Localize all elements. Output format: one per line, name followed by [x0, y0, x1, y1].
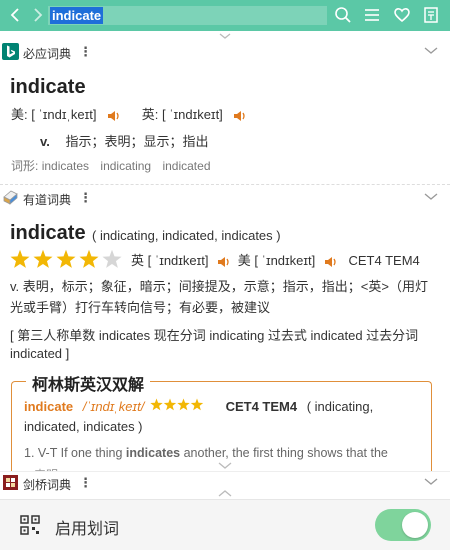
star-icon	[150, 398, 163, 411]
bing-definition: 指示；表明；显示；指出	[65, 134, 209, 149]
star-rating-icons	[10, 249, 122, 268]
favorite-button[interactable]	[392, 5, 412, 25]
expand-icon[interactable]	[217, 462, 233, 470]
bing-form-link[interactable]: indicates	[42, 159, 89, 173]
star-icon	[163, 398, 177, 411]
youdao-definition-line: 光或手臂）打行车转向信号；有必要，被建议	[10, 300, 271, 315]
star-icon	[177, 398, 190, 411]
youdao-header: 有道词典 ⋮	[0, 187, 450, 209]
youdao-collapse-icon[interactable]	[424, 193, 438, 201]
cambridge-more-button[interactable]: ⋮	[79, 475, 92, 491]
youdao-us-label: 美	[237, 253, 251, 268]
youdao-forms-line: indicated ]	[10, 346, 70, 361]
youdao-tags: CET4 TEM4	[348, 253, 420, 268]
bing-forms-row: 词形: indicates indicating indicated	[11, 157, 211, 174]
search-input[interactable]: indicate	[48, 6, 327, 25]
search-icon	[335, 7, 351, 23]
bing-title: 必应词典	[23, 47, 72, 61]
youdao-word: indicate	[10, 222, 86, 244]
bing-form-link[interactable]: indicating	[100, 159, 151, 173]
section-divider	[0, 184, 450, 185]
star-rating-icons	[150, 398, 204, 411]
youdao-definition-line: v. 表明，标示；象征，暗示；间接提及，示意；指示，指出；<英>（用灯	[10, 279, 428, 294]
enable-selection-toggle[interactable]	[375, 509, 431, 541]
star-icon	[10, 249, 30, 268]
bing-pronunciation-row: 美: [ ˈɪndɪˌkeɪt] 英: [ ˈɪndɪkeɪt]	[11, 104, 246, 123]
star-icon	[56, 249, 76, 268]
star-icon	[190, 398, 204, 411]
star-icon	[33, 249, 53, 268]
cambridge-collapse-icon[interactable]	[424, 478, 438, 486]
forward-button[interactable]	[27, 5, 47, 25]
bing-uk-phonetic: [ ˈɪndɪkeɪt]	[161, 107, 223, 122]
collins-title: 柯林斯英汉双解	[26, 371, 151, 395]
menu-icon	[365, 9, 379, 21]
speaker-icon[interactable]	[323, 255, 337, 269]
youdao-inflections: ( indicating, indicated, indicates )	[92, 228, 281, 243]
youdao-rating	[10, 249, 122, 269]
collins-def-suffix: another, the first thing shows that the	[180, 446, 388, 460]
bottom-bar: 启用划词	[0, 499, 450, 550]
collins-inflections-cont: indicated, indicates )	[24, 419, 143, 434]
qr-code-icon[interactable]	[20, 515, 40, 535]
menu-button[interactable]	[362, 5, 382, 25]
youdao-logo-icon	[3, 190, 18, 205]
collins-tags: CET4 TEM4	[225, 399, 298, 414]
collins-word: indicate	[24, 399, 74, 414]
collins-definition: 1. V-T If one thing indicates another, t…	[24, 446, 388, 460]
collins-def-keyword: indicates	[125, 446, 181, 460]
chevron-left-icon	[10, 8, 19, 22]
youdao-us-phonetic: [ ˈɪndɪkeɪt]	[254, 253, 316, 268]
expand-bottom-icon[interactable]	[217, 490, 233, 498]
collins-headline: indicate /ˈɪndɪˌkeɪt/ CET4 TEM4 ( indica…	[24, 398, 373, 414]
bing-definition-row: v. 指示；表明；显示；指出	[40, 131, 209, 150]
collins-card: 柯林斯英汉双解 indicate /ˈɪndɪˌkeɪt/ CET4 TEM4 …	[11, 371, 432, 481]
youdao-uk-label: 英	[131, 253, 145, 268]
collins-inflections: ( indicating,	[306, 399, 374, 414]
chevron-right-icon	[34, 8, 43, 22]
bing-forms-label: 词形:	[11, 159, 39, 173]
book-icon	[424, 7, 438, 23]
bing-us-phonetic: [ ˈɪndɪˌkeɪt]	[31, 107, 97, 122]
collins-def-prefix: 1. V-T If one thing	[24, 446, 126, 460]
bing-word: indicate	[10, 76, 86, 98]
heart-icon	[394, 8, 410, 23]
cambridge-title: 剑桥词典	[23, 478, 72, 492]
enable-selection-label: 启用划词	[55, 521, 120, 538]
speaker-icon[interactable]	[232, 109, 246, 123]
bing-pos: v.	[40, 134, 50, 149]
bing-us-label: 美:	[11, 107, 28, 122]
speaker-icon[interactable]	[216, 255, 230, 269]
youdao-uk-phonetic: [ ˈɪndɪkeɪt]	[147, 253, 209, 268]
star-icon	[102, 249, 122, 268]
youdao-pronunciation-row: 英 [ ˈɪndɪkeɪt] 美 [ ˈɪndɪkeɪt] CET4 TEM4	[131, 250, 420, 269]
bing-logo-icon	[2, 43, 19, 60]
toggle-knob	[402, 512, 428, 538]
youdao-forms-line: [ 第三人称单数 indicates 现在分词 indicating 过去式 i…	[10, 328, 419, 343]
collins-phonetic: /ˈɪndɪˌkeɪt/	[82, 399, 145, 414]
search-query: indicate	[50, 7, 104, 24]
bing-more-button[interactable]: ⋮	[79, 44, 92, 60]
star-icon	[79, 249, 99, 268]
speaker-icon[interactable]	[106, 109, 120, 123]
glossary-button[interactable]	[421, 5, 441, 25]
bing-header: 必应词典 ⋮	[0, 41, 450, 63]
top-bar: indicate	[0, 0, 450, 31]
youdao-more-button[interactable]: ⋮	[79, 190, 92, 206]
collapse-toolbar-icon[interactable]	[217, 32, 233, 40]
bing-form-link[interactable]: indicated	[162, 159, 210, 173]
youdao-title: 有道词典	[23, 193, 72, 207]
search-button[interactable]	[333, 5, 353, 25]
bing-uk-label: 英:	[141, 107, 159, 122]
bing-collapse-icon[interactable]	[424, 47, 438, 55]
back-button[interactable]	[6, 5, 26, 25]
cambridge-logo-icon	[3, 475, 18, 490]
